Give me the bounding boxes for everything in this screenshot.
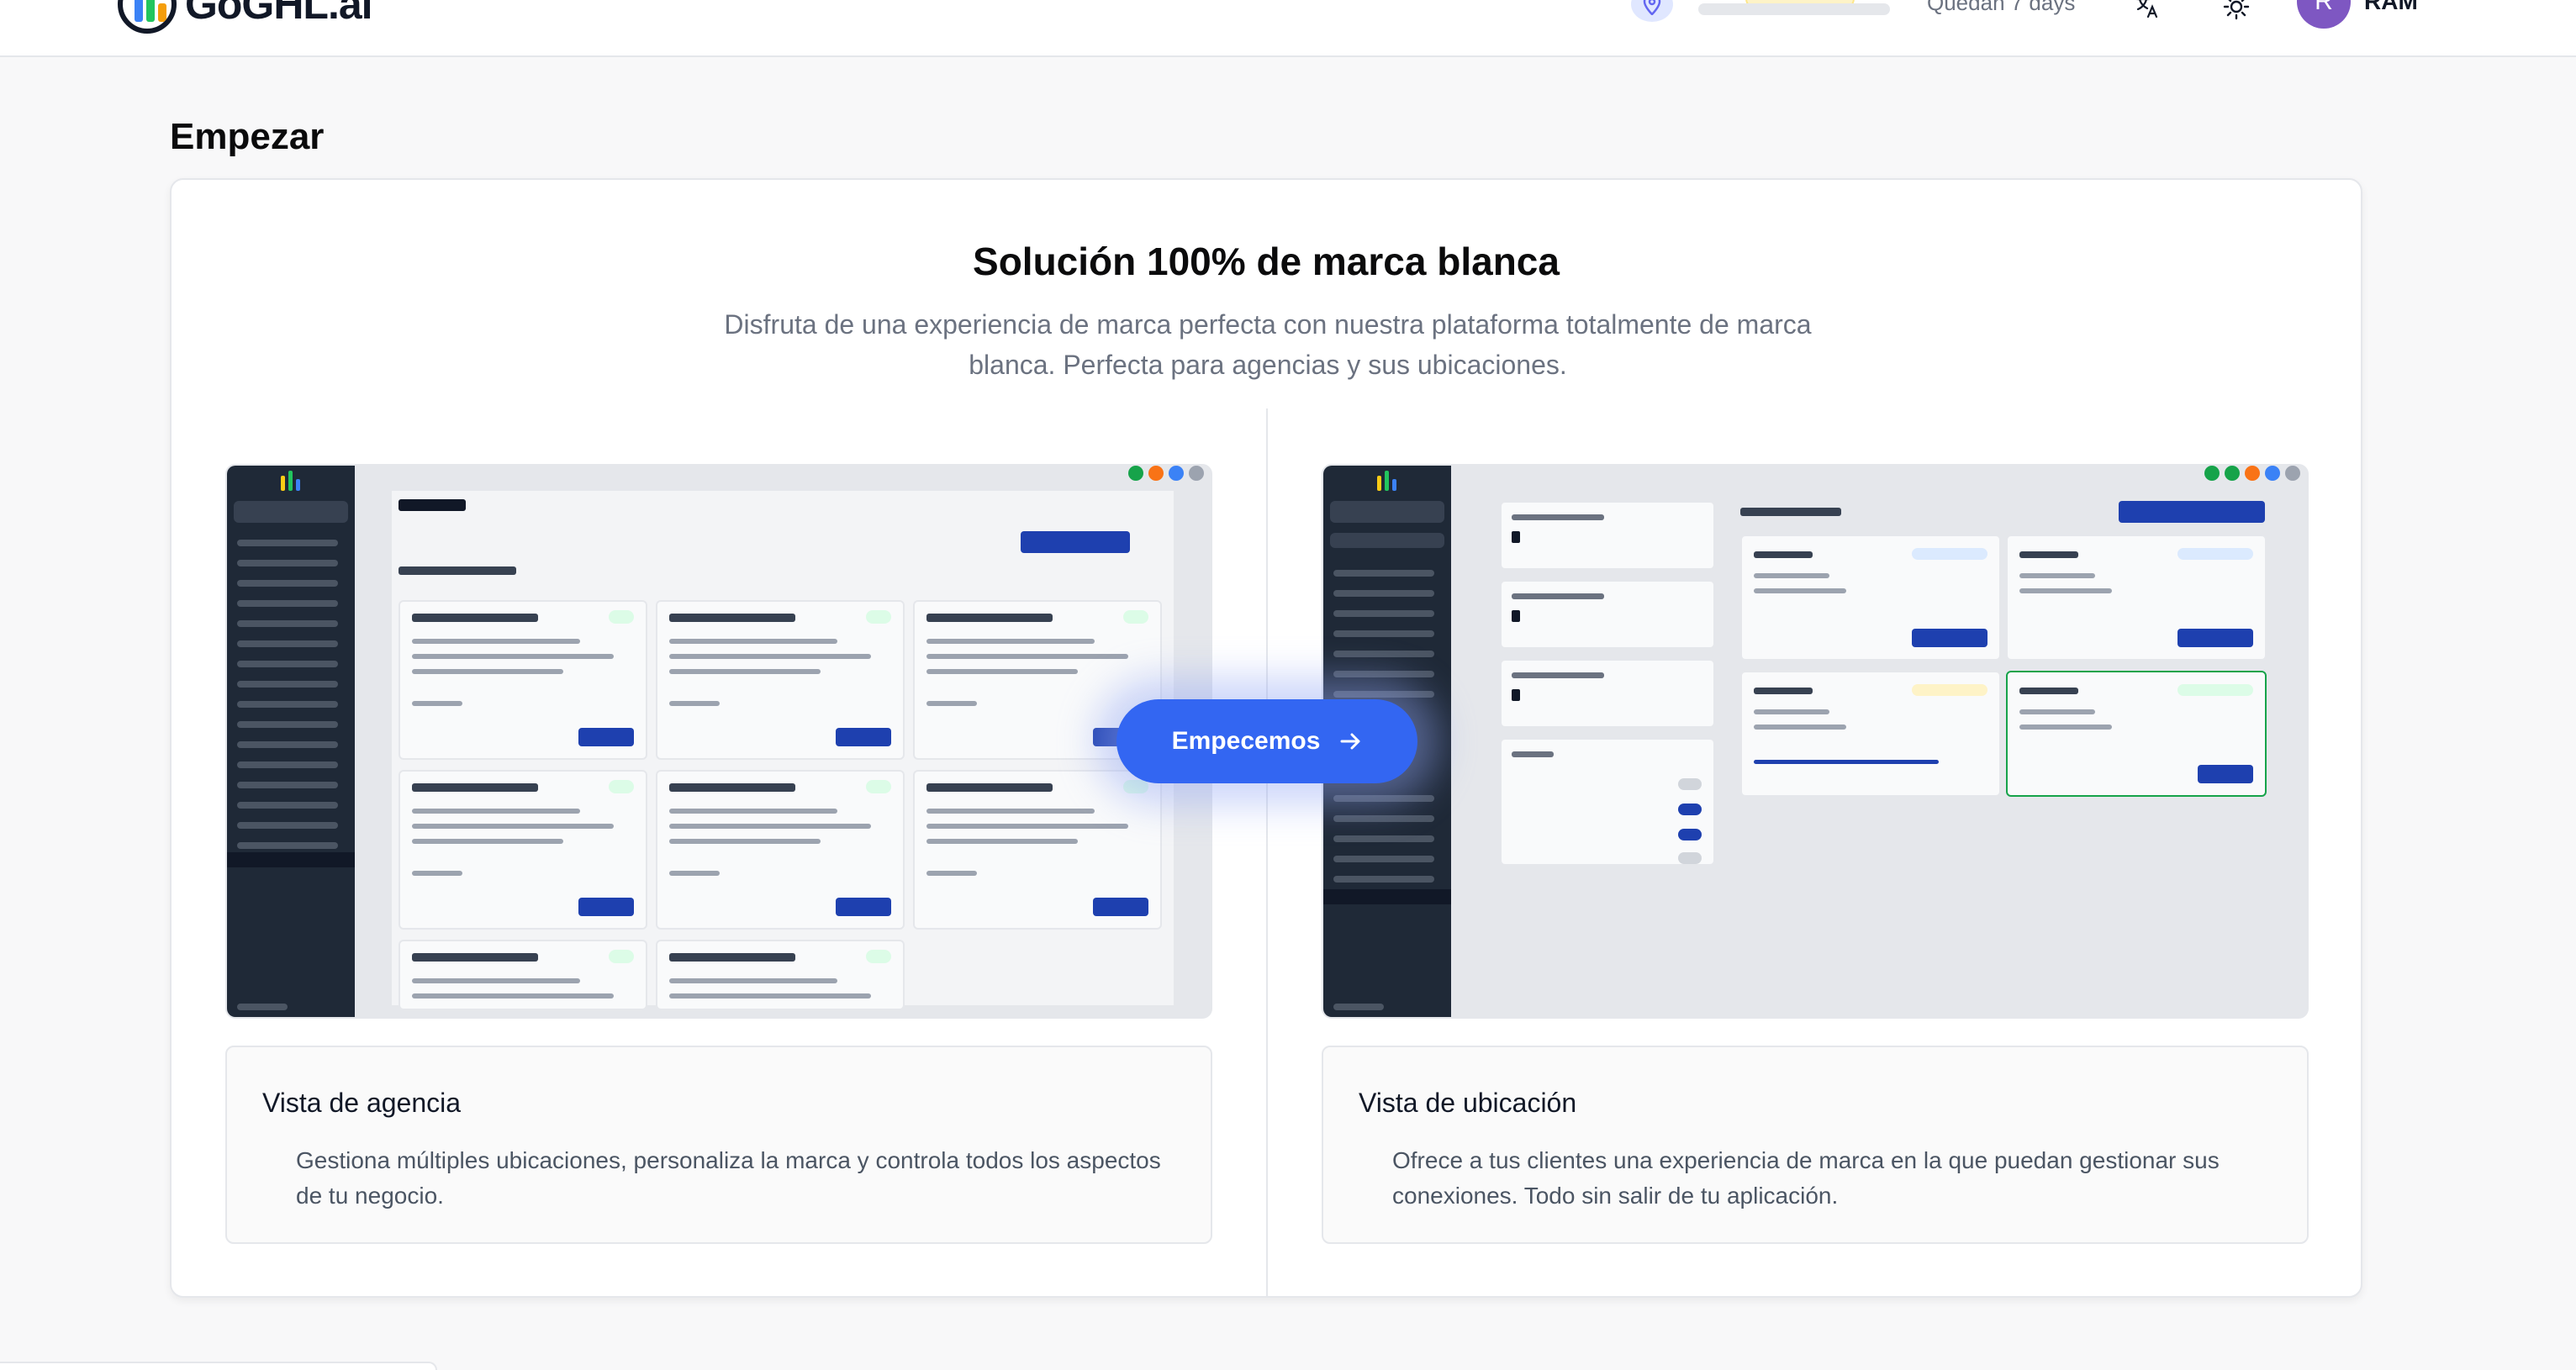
user-name[interactable]: RAM bbox=[2364, 0, 2418, 15]
page-title: Empezar bbox=[170, 116, 325, 157]
translate-icon[interactable] bbox=[2130, 0, 2164, 24]
card-title: Solución 100% de marca blanca bbox=[973, 240, 1560, 283]
location-view-screenshot bbox=[1322, 464, 2309, 1019]
location-pin-icon bbox=[1631, 0, 1673, 22]
location-view-card: Vista de ubicación Ofrece a tus clientes… bbox=[1322, 1046, 2309, 1244]
avatar[interactable]: R bbox=[2297, 0, 2351, 29]
card-description: Disfruta de una experiencia de marca per… bbox=[724, 309, 1812, 380]
bottom-panel-edge bbox=[0, 1362, 437, 1370]
trial-status bbox=[1631, 0, 1908, 34]
trial-days-left: Quedan 7 days bbox=[1927, 0, 2076, 15]
arrow-right-icon bbox=[1340, 733, 1360, 750]
sun-icon[interactable] bbox=[2220, 0, 2253, 24]
location-view-description: Ofrece a tus clientes una experiencia de… bbox=[1392, 1147, 2220, 1209]
get-started-button[interactable]: Empecemos bbox=[1116, 699, 1417, 783]
column-divider bbox=[1266, 408, 1268, 1298]
top-bar: GoGHL.ai Quedan 7 days R RAM bbox=[0, 0, 2576, 57]
goghl-logo-icon bbox=[118, 0, 177, 34]
agency-view-screenshot bbox=[225, 464, 1212, 1019]
white-label-card: Solución 100% de marca blanca Disfruta d… bbox=[170, 178, 2362, 1298]
logo-text: GoGHL.ai bbox=[185, 0, 373, 28]
get-started-label: Empecemos bbox=[1171, 727, 1321, 755]
agency-view-title: Vista de agencia bbox=[262, 1088, 462, 1118]
logo[interactable]: GoGHL.ai bbox=[118, 0, 373, 34]
agency-view-description: Gestiona múltiples ubicaciones, personal… bbox=[296, 1147, 1161, 1209]
agency-view-card: Vista de agencia Gestiona múltiples ubic… bbox=[225, 1046, 1212, 1244]
trial-progress-bar bbox=[1698, 3, 1890, 15]
location-view-title: Vista de ubicación bbox=[1359, 1088, 1577, 1118]
